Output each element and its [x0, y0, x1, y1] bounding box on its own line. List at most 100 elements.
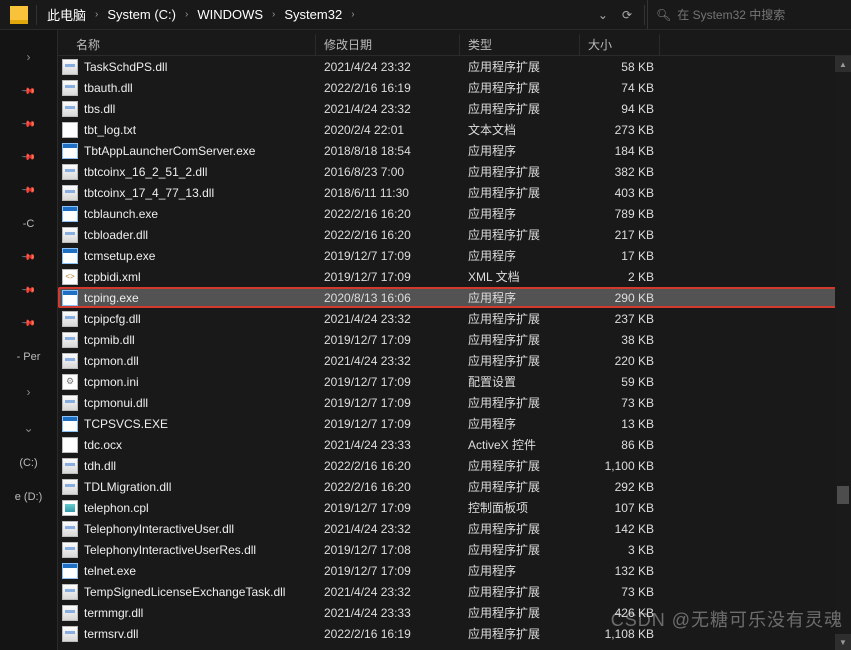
refresh-icon[interactable]: ⟳ — [622, 8, 632, 22]
file-type: 配置设置 — [460, 373, 580, 390]
table-row[interactable]: tbt_log.txt2020/2/4 22:01文本文档273 KB — [58, 119, 851, 140]
column-date[interactable]: 修改日期 — [316, 34, 460, 55]
chevron-down-icon[interactable]: ⌄ — [23, 421, 33, 435]
drive-label[interactable]: e (D:) — [15, 491, 43, 503]
table-row[interactable]: TempSignedLicenseExchangeTask.dll2021/4/… — [58, 581, 851, 602]
pin-icon[interactable]: 📌 — [21, 84, 37, 100]
table-row[interactable]: TCPSVCS.EXE2019/12/7 17:09应用程序13 KB — [58, 413, 851, 434]
quick-label[interactable]: -C — [23, 218, 35, 230]
breadcrumb[interactable]: 此电脑›System (C:)›WINDOWS›System32› — [39, 0, 588, 29]
table-row[interactable]: TbtAppLauncherComServer.exe2018/8/18 18:… — [58, 140, 851, 161]
file-size: 73 KB — [580, 585, 660, 599]
chevron-right-icon[interactable]: › — [27, 50, 31, 64]
file-name: TempSignedLicenseExchangeTask.dll — [84, 585, 285, 599]
table-row[interactable]: tbtcoinx_16_2_51_2.dll2016/8/23 7:00应用程序… — [58, 161, 851, 182]
table-row[interactable]: tdc.ocx2021/4/24 23:33ActiveX 控件86 KB — [58, 434, 851, 455]
table-row[interactable]: tbtcoinx_17_4_77_13.dll2018/6/11 11:30应用… — [58, 182, 851, 203]
breadcrumb-item[interactable]: System32 — [280, 0, 346, 29]
chevron-right-icon[interactable]: › — [90, 9, 103, 20]
scroll-down-icon[interactable]: ▼ — [835, 634, 851, 650]
search-input[interactable] — [677, 8, 839, 22]
table-row[interactable]: termmgr.dll2021/4/24 23:33应用程序扩展426 KB — [58, 602, 851, 623]
breadcrumb-item[interactable]: 此电脑 — [43, 0, 90, 29]
table-row[interactable]: TDLMigration.dll2022/2/16 16:20应用程序扩展292… — [58, 476, 851, 497]
file-icon — [62, 374, 78, 390]
history-dropdown-icon[interactable]: ⌄ — [598, 8, 608, 22]
scroll-thumb[interactable] — [837, 486, 849, 504]
file-size: 107 KB — [580, 501, 660, 515]
table-row[interactable]: tcmsetup.exe2019/12/7 17:09应用程序17 KB — [58, 245, 851, 266]
file-icon — [62, 122, 78, 138]
table-row[interactable]: tcpipcfg.dll2021/4/24 23:32应用程序扩展237 KB — [58, 308, 851, 329]
table-row[interactable]: TelephonyInteractiveUser.dll2021/4/24 23… — [58, 518, 851, 539]
scrollbar[interactable]: ▲ ▼ — [835, 56, 851, 650]
file-name: termsrv.dll — [84, 627, 138, 641]
file-date: 2019/12/7 17:09 — [316, 249, 460, 263]
file-size: 86 KB — [580, 438, 660, 452]
file-date: 2019/12/7 17:09 — [316, 270, 460, 284]
table-row[interactable]: tcpmon.dll2021/4/24 23:32应用程序扩展220 KB — [58, 350, 851, 371]
quick-label[interactable]: - Per — [17, 351, 41, 363]
table-row[interactable]: termsrv.dll2022/2/16 16:19应用程序扩展1,108 KB — [58, 623, 851, 644]
file-list: TaskSchdPS.dll2021/4/24 23:32应用程序扩展58 KB… — [58, 56, 851, 650]
file-icon — [62, 500, 78, 516]
file-icon — [62, 584, 78, 600]
table-row[interactable]: telnet.exe2019/12/7 17:09应用程序132 KB — [58, 560, 851, 581]
table-row[interactable]: telephon.cpl2019/12/7 17:09控制面板项107 KB — [58, 497, 851, 518]
file-size: 403 KB — [580, 186, 660, 200]
table-row[interactable]: tdh.dll2022/2/16 16:20应用程序扩展1,100 KB — [58, 455, 851, 476]
table-row[interactable]: tcping.exe2020/8/13 16:06应用程序290 KB — [58, 287, 851, 308]
column-size[interactable]: 大小 — [580, 34, 660, 55]
table-row[interactable]: tcpmon.ini2019/12/7 17:09配置设置59 KB — [58, 371, 851, 392]
file-icon — [62, 416, 78, 432]
pin-icon[interactable]: 📌 — [21, 283, 37, 299]
pin-icon[interactable]: 📌 — [21, 117, 37, 133]
file-name: tcpmon.ini — [84, 375, 139, 389]
chevron-right-icon[interactable]: › — [27, 385, 31, 399]
file-name: tcmsetup.exe — [84, 249, 155, 263]
breadcrumb-item[interactable]: System (C:) — [103, 0, 180, 29]
file-date: 2022/2/16 16:20 — [316, 207, 460, 221]
breadcrumb-item[interactable]: WINDOWS — [193, 0, 267, 29]
chevron-right-icon[interactable]: › — [267, 9, 280, 20]
table-row[interactable]: tcpmonui.dll2019/12/7 17:09应用程序扩展73 KB — [58, 392, 851, 413]
chevron-right-icon[interactable]: › — [180, 9, 193, 20]
file-icon — [62, 164, 78, 180]
file-type: 应用程序扩展 — [460, 79, 580, 96]
pin-icon[interactable]: 📌 — [21, 150, 37, 166]
file-date: 2018/6/11 11:30 — [316, 186, 460, 200]
file-icon — [62, 605, 78, 621]
search-box[interactable]: 🔍︎ — [647, 0, 847, 29]
table-row[interactable]: tcbloader.dll2022/2/16 16:20应用程序扩展217 KB — [58, 224, 851, 245]
drive-label[interactable]: (C:) — [19, 457, 37, 469]
column-type[interactable]: 类型 — [460, 34, 580, 55]
file-type: 应用程序 — [460, 142, 580, 159]
table-row[interactable]: TelephonyInteractiveUserRes.dll2019/12/7… — [58, 539, 851, 560]
table-row[interactable]: tbs.dll2021/4/24 23:32应用程序扩展94 KB — [58, 98, 851, 119]
table-row[interactable]: tbauth.dll2022/2/16 16:19应用程序扩展74 KB — [58, 77, 851, 98]
table-row[interactable]: tcpbidi.xml2019/12/7 17:09XML 文档2 KB — [58, 266, 851, 287]
pin-icon[interactable]: 📌 — [21, 183, 37, 199]
search-icon: 🔍︎ — [656, 8, 671, 22]
file-size: 142 KB — [580, 522, 660, 536]
pin-icon[interactable]: 📌 — [21, 250, 37, 266]
column-name[interactable]: 名称 — [58, 34, 316, 55]
file-icon — [62, 80, 78, 96]
scroll-up-icon[interactable]: ▲ — [835, 56, 851, 72]
file-name: termmgr.dll — [84, 606, 143, 620]
file-date: 2021/4/24 23:33 — [316, 606, 460, 620]
table-row[interactable]: tcblaunch.exe2022/2/16 16:20应用程序789 KB — [58, 203, 851, 224]
table-row[interactable]: TaskSchdPS.dll2021/4/24 23:32应用程序扩展58 KB — [58, 56, 851, 77]
chevron-right-icon[interactable]: › — [346, 9, 359, 20]
file-name: tbs.dll — [84, 102, 115, 116]
table-row[interactable]: tcpmib.dll2019/12/7 17:09应用程序扩展38 KB — [58, 329, 851, 350]
file-name: TCPSVCS.EXE — [84, 417, 168, 431]
pin-icon[interactable]: 📌 — [21, 316, 37, 332]
file-type: 应用程序扩展 — [460, 310, 580, 327]
file-pane: 名称 修改日期 类型 大小 TaskSchdPS.dll2021/4/24 23… — [58, 30, 851, 650]
file-date: 2022/2/16 16:20 — [316, 459, 460, 473]
file-name: tcblaunch.exe — [84, 207, 158, 221]
file-name: TaskSchdPS.dll — [84, 60, 167, 74]
file-name: tbtcoinx_16_2_51_2.dll — [84, 165, 207, 179]
file-size: 73 KB — [580, 396, 660, 410]
